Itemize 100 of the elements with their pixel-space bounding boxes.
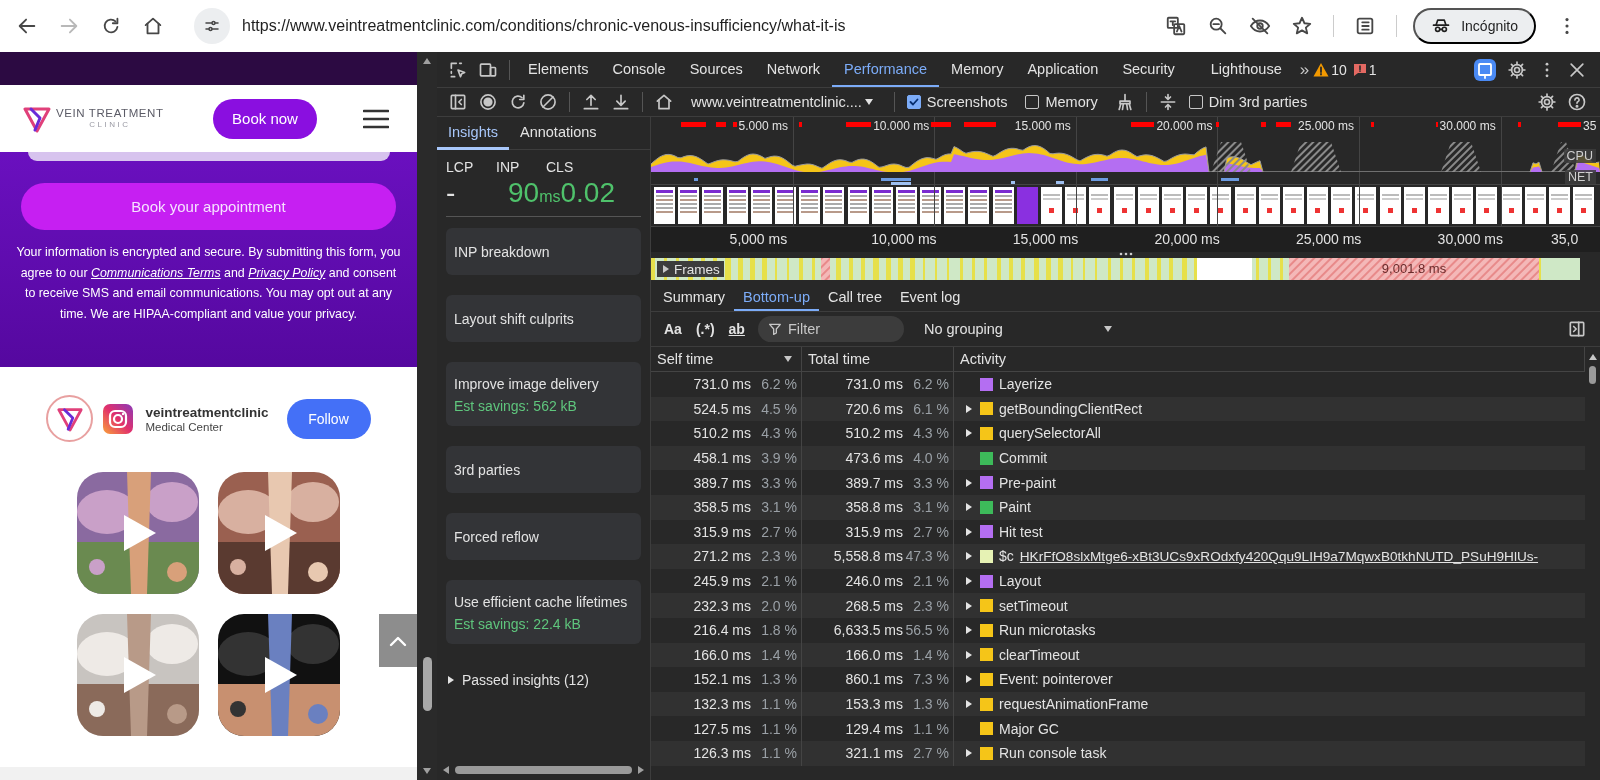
screenshot-thumbnail[interactable]	[702, 187, 724, 224]
insight-card[interactable]: Improve image delivery Est savings: 562 kB	[446, 362, 641, 426]
expand-triangle-icon[interactable]	[964, 649, 974, 660]
event-name[interactable]: Event: pointerover	[999, 671, 1113, 688]
grouping-select[interactable]: No grouping	[917, 320, 1119, 338]
event-name[interactable]: Layout	[999, 573, 1042, 590]
column-header[interactable]: Total time	[802, 347, 954, 371]
scrollbar-thumb[interactable]	[455, 766, 632, 774]
dock-icon[interactable]	[1473, 57, 1497, 82]
panel-tab[interactable]: Memory	[939, 52, 1016, 87]
match-case-button[interactable]: Aa	[657, 321, 689, 337]
insight-card[interactable]: Forced reflow	[446, 513, 641, 560]
checkbox[interactable]	[1025, 95, 1040, 109]
screenshot-thumbnail[interactable]	[1186, 187, 1208, 224]
insight-card[interactable]: INP breakdown	[446, 228, 641, 275]
screenshot-thumbnail[interactable]	[1089, 187, 1111, 224]
screenshot-thumbnail[interactable]	[847, 187, 869, 224]
screenshot-thumbnail[interactable]	[968, 187, 990, 224]
clear-icon[interactable]	[538, 92, 558, 112]
screenshot-thumbnail[interactable]	[654, 187, 675, 224]
expand-triangle-icon[interactable]	[964, 625, 974, 636]
screenshot-thumbnail[interactable]	[944, 187, 966, 224]
panel-tab[interactable]: Network	[754, 52, 833, 87]
view-tab[interactable]: Summary	[654, 284, 735, 311]
scroll-up-arrow-icon[interactable]	[422, 56, 432, 66]
screenshot-thumbnail[interactable]	[1524, 187, 1546, 224]
more-tabs-button[interactable]: »	[1299, 59, 1310, 80]
scrollbar-thumb[interactable]	[422, 657, 432, 711]
input-field[interactable]	[27, 152, 390, 161]
insight-card[interactable]: Use efficient cache lifetimes Est savings: 22.4 kB	[446, 580, 641, 644]
back-to-top-button[interactable]	[379, 614, 417, 667]
consent-link[interactable]: Privacy Policy	[248, 265, 326, 280]
scroll-down-arrow-icon[interactable]	[422, 766, 432, 776]
warning-count[interactable]: 10	[1331, 61, 1347, 78]
scroll-left-arrow-icon[interactable]	[441, 765, 451, 775]
expand-triangle-icon[interactable]	[964, 428, 974, 439]
upload-icon[interactable]	[581, 92, 601, 112]
expand-triangle-icon[interactable]	[964, 477, 974, 488]
download-icon[interactable]	[611, 92, 631, 112]
checkbox-label[interactable]: Dim 3rd parties	[1208, 94, 1308, 110]
event-name[interactable]: Major GC	[999, 720, 1059, 737]
eye-off-icon[interactable]	[1249, 15, 1272, 37]
screenshot-thumbnail[interactable]	[678, 187, 700, 224]
screenshot-thumbnail[interactable]	[1258, 187, 1280, 224]
sort-arrow-icon[interactable]	[783, 354, 793, 364]
expand-triangle-icon[interactable]	[964, 674, 974, 685]
screenshot-thumbnail[interactable]	[1452, 187, 1474, 224]
screenshot-thumbnail[interactable]	[1041, 187, 1062, 224]
consent-link[interactable]: Communications Terms	[90, 265, 221, 280]
panel-tab[interactable]: Performance	[832, 52, 940, 87]
source-link[interactable]: HKrFfO8slxMtge6-xBt3UCs9xROdxfy420Qqu9LIH9a7MqwxB0tkhNUTD_PSuH9HlUs-	[1019, 548, 1539, 564]
bookmark-star-icon[interactable]	[1291, 15, 1314, 37]
screenshot-thumbnail[interactable]	[1476, 187, 1498, 224]
column-header[interactable]: Self time	[651, 347, 802, 371]
sidebar-toggle-icon[interactable]	[1567, 319, 1587, 339]
screenshot-thumbnail[interactable]	[750, 187, 772, 224]
screenshot-thumbnail[interactable]	[1113, 187, 1135, 224]
expand-triangle-icon[interactable]	[964, 526, 974, 537]
screenshot-thumbnail[interactable]	[1065, 187, 1087, 224]
screenshot-thumbnail[interactable]	[895, 187, 917, 224]
caret-icon[interactable]	[863, 97, 874, 107]
screenshot-thumbnail[interactable]	[1210, 187, 1232, 224]
recording-select[interactable]: www.veintreatmentclinic....	[685, 93, 880, 111]
event-name[interactable]: clearTimeout	[999, 646, 1080, 663]
expand-triangle-icon[interactable]	[964, 600, 974, 611]
screenshot-thumbnail[interactable]	[1500, 187, 1522, 224]
whole-word-button[interactable]: ab	[721, 321, 752, 337]
event-name[interactable]: setTimeout	[999, 597, 1068, 614]
event-name[interactable]: Paint	[999, 499, 1031, 516]
expand-triangle-icon[interactable]	[964, 551, 974, 562]
screenshot-thumbnail[interactable]	[823, 187, 845, 224]
event-name[interactable]: getBoundingClientRect	[999, 400, 1143, 417]
panel-tab[interactable]: Elements	[516, 52, 601, 87]
reload-icon[interactable]	[508, 92, 528, 112]
screenshot-thumbnail[interactable]	[1331, 187, 1353, 224]
translate-icon[interactable]	[1165, 15, 1188, 37]
expand-triangle-icon[interactable]	[964, 699, 974, 709]
screenshot-thumbnail[interactable]	[992, 187, 1014, 224]
expand-triangle-icon[interactable]	[964, 576, 974, 587]
panel-tab[interactable]: Lighthouse	[1198, 52, 1294, 87]
checkbox[interactable]	[1188, 95, 1203, 109]
screenshot-thumbnail[interactable]	[1573, 187, 1595, 224]
event-name[interactable]: Pre-paint	[999, 474, 1056, 491]
checkbox-label[interactable]: Screenshots	[926, 94, 1008, 110]
hamburger-menu-icon[interactable]	[363, 108, 389, 129]
panel-tab[interactable]: Sources	[677, 52, 755, 87]
profile-button[interactable]: Incógnito	[1413, 8, 1536, 44]
screenshot-thumbnail[interactable]	[1234, 187, 1256, 224]
record-icon[interactable]	[478, 92, 498, 112]
screenshot-thumbnail[interactable]	[799, 187, 821, 224]
sidebar-toggle-icon[interactable]	[448, 92, 468, 112]
scroll-up-arrow-icon[interactable]	[1587, 352, 1598, 362]
warning-icon[interactable]	[1313, 61, 1330, 78]
screenshot-thumbnail[interactable]	[1355, 187, 1377, 224]
event-name[interactable]: requestAnimationFrame	[999, 696, 1149, 712]
book-now-button[interactable]: Book now	[213, 98, 317, 139]
panel-tab[interactable]: Application	[1015, 52, 1111, 87]
event-name[interactable]: Run microtasks	[999, 622, 1096, 639]
track-label[interactable]: Frames	[657, 261, 724, 277]
help-icon[interactable]	[1567, 92, 1587, 112]
